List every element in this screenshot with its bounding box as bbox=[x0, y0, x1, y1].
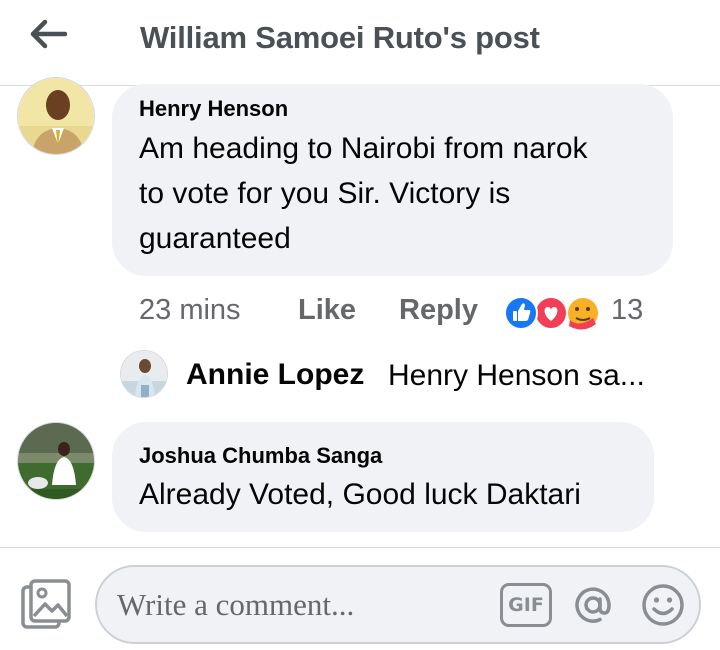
post-header: William Samoei Ruto's post bbox=[0, 0, 720, 86]
comment-text-line: Am heading to Nairobi from narok bbox=[139, 132, 588, 165]
care-reaction-icon bbox=[566, 296, 600, 330]
page-title: William Samoei Ruto's post bbox=[140, 20, 540, 55]
back-arrow-icon bbox=[30, 19, 67, 49]
like-button[interactable]: Like bbox=[298, 294, 356, 327]
emoji-button[interactable] bbox=[639, 581, 687, 629]
reply-author-photo bbox=[121, 351, 167, 397]
comment-input[interactable] bbox=[117, 583, 487, 627]
comment-text-line: guaranteed bbox=[139, 222, 291, 255]
comment-composer[interactable]: GIF bbox=[95, 565, 701, 644]
avatar[interactable] bbox=[17, 422, 95, 500]
commenter-photo bbox=[18, 423, 94, 499]
comment-author[interactable]: Henry Henson bbox=[139, 96, 288, 122]
composer-divider bbox=[0, 547, 720, 548]
gif-button[interactable]: GIF bbox=[500, 583, 552, 627]
back-button[interactable] bbox=[24, 14, 72, 54]
comment-author[interactable]: Joshua Chumba Sanga bbox=[139, 443, 382, 469]
avatar[interactable] bbox=[17, 77, 95, 155]
reply-snippet[interactable]: Henry Henson sa... bbox=[388, 359, 645, 393]
mention-button[interactable] bbox=[569, 581, 617, 629]
photo-button[interactable] bbox=[20, 578, 74, 632]
love-reaction-icon bbox=[534, 296, 568, 330]
like-reaction-icon bbox=[504, 296, 538, 330]
comment-text-line: Already Voted, Good luck Daktari bbox=[139, 478, 581, 511]
photo-icon bbox=[21, 579, 71, 629]
reply-avatar[interactable] bbox=[120, 350, 168, 398]
reply-button[interactable]: Reply bbox=[399, 294, 478, 327]
at-sign-icon bbox=[575, 587, 611, 623]
comment-timestamp: 23 mins bbox=[139, 294, 241, 326]
smiley-icon bbox=[642, 584, 684, 626]
reaction-icons[interactable] bbox=[503, 294, 603, 332]
reply-author[interactable]: Annie Lopez bbox=[186, 358, 364, 392]
comment-text-line: to vote for you Sir. Victory is bbox=[139, 177, 511, 210]
reaction-count[interactable]: 13 bbox=[611, 294, 643, 327]
commenter-photo bbox=[18, 78, 94, 154]
